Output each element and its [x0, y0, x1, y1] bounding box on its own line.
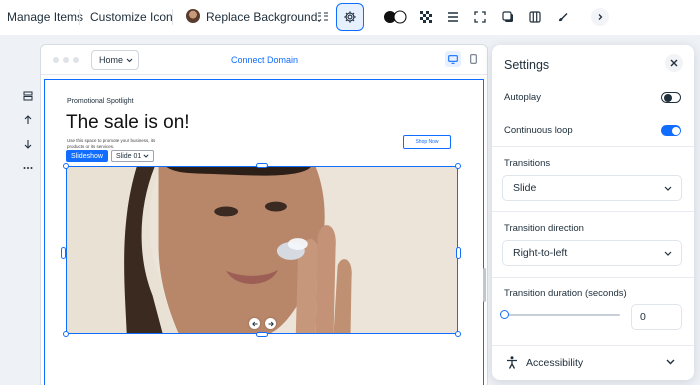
close-button[interactable] [665, 54, 683, 72]
slide-dropdown-label: Slide 01 [116, 152, 142, 160]
chevron-right-icon [598, 14, 603, 20]
resize-handle[interactable] [456, 247, 461, 259]
transition-duration-label: Transition duration (seconds) [504, 288, 627, 299]
avatar-icon [186, 9, 200, 23]
columns-icon[interactable] [524, 6, 546, 28]
more-toolbar-button[interactable] [591, 8, 609, 26]
transition-direction-select[interactable]: Right-to-left [502, 240, 682, 266]
page-canvas: Promotional Spotlight The sale is on! Us… [44, 79, 486, 385]
crop-icon[interactable] [469, 6, 491, 28]
resize-handle[interactable] [455, 331, 461, 337]
mobile-icon[interactable] [465, 51, 481, 67]
accessibility-section[interactable]: Accessibility [492, 346, 694, 380]
shadow-icon[interactable] [497, 6, 519, 28]
resize-handle[interactable] [256, 332, 268, 337]
duration-slider-track[interactable] [504, 314, 620, 316]
duration-slider-handle[interactable] [500, 310, 509, 319]
toggle-knob [671, 126, 680, 135]
slide-dropdown[interactable]: Slide 01 [111, 150, 154, 162]
divider [492, 146, 694, 147]
chevron-down-icon [664, 251, 672, 256]
toolbar-divider [172, 9, 173, 25]
transition-direction-label: Transition direction [504, 223, 584, 234]
settings-button[interactable] [336, 3, 364, 31]
preview-address-bar: Home Connect Domain [41, 45, 487, 75]
site-preview-frame: Home Connect Domain Promotional Spotligh… [40, 44, 488, 385]
checker-icon[interactable] [415, 6, 437, 28]
more-icon[interactable] [20, 160, 36, 176]
arrow-up-icon[interactable] [20, 112, 36, 128]
duration-input[interactable]: 0 [631, 304, 682, 330]
transitions-label: Transitions [504, 158, 551, 169]
top-toolbar: Manage Items Customize Icon Replace Back… [0, 0, 700, 35]
transitions-select[interactable]: Slide [502, 175, 682, 201]
transition-direction-value: Right-to-left [513, 247, 568, 259]
accessibility-label: Accessibility [526, 357, 584, 369]
continuous-loop-toggle[interactable] [661, 125, 681, 136]
divider [492, 211, 694, 212]
slide-photo [67, 167, 457, 333]
accessibility-icon [507, 356, 517, 369]
page-dropdown-label: Home [99, 55, 124, 65]
promo-title: The sale is on! [66, 112, 190, 133]
chevron-down-icon [126, 58, 133, 62]
chevron-down-icon [664, 186, 672, 191]
prev-slide-button[interactable] [249, 318, 260, 329]
settings-panel: Settings Autoplay Continuous loop Transi… [492, 45, 694, 380]
promo-body: Use this space to promote your business,… [67, 138, 156, 149]
slideshow-element[interactable] [66, 166, 458, 334]
layers-icon[interactable] [20, 88, 36, 104]
autoplay-toggle[interactable] [661, 92, 681, 103]
window-dot [73, 57, 79, 63]
shop-now-button[interactable]: Shop Now [403, 135, 451, 149]
resize-handle[interactable] [455, 163, 461, 169]
toggle-knob [663, 93, 672, 102]
toolbar-divider [79, 9, 80, 25]
brush-icon[interactable] [552, 6, 574, 28]
connect-domain-link[interactable]: Connect Domain [231, 55, 298, 65]
chevron-down-icon [143, 154, 149, 158]
gear-icon [344, 11, 356, 23]
autoplay-label: Autoplay [504, 92, 541, 103]
desktop-icon[interactable] [445, 51, 461, 67]
window-dot [63, 57, 69, 63]
arrow-left-icon [251, 321, 257, 326]
replace-background-button[interactable]: Replace Background [206, 10, 317, 24]
next-slide-button[interactable] [265, 318, 276, 329]
chevron-down-icon [666, 359, 675, 365]
continuous-loop-label: Continuous loop [504, 125, 573, 136]
resize-handle[interactable] [63, 163, 69, 169]
contrast-icon[interactable] [382, 6, 408, 28]
canvas-scrollbar[interactable] [483, 268, 486, 302]
transitions-value: Slide [513, 182, 537, 194]
promo-kicker: Promotional Spotlight [67, 98, 134, 105]
resize-handle[interactable] [63, 331, 69, 337]
arrow-right-icon [268, 321, 274, 326]
checklist-icon[interactable] [312, 6, 334, 28]
resize-handle[interactable] [256, 163, 268, 168]
divider [492, 277, 694, 278]
window-dot [53, 57, 59, 63]
close-icon [670, 59, 678, 67]
arrow-down-icon[interactable] [20, 136, 36, 152]
resize-handle[interactable] [61, 247, 66, 259]
manage-items-button[interactable]: Manage Items [7, 10, 83, 24]
lines-icon[interactable] [442, 6, 464, 28]
panel-title: Settings [504, 58, 550, 72]
slideshow-badge[interactable]: Slideshow [66, 150, 108, 162]
customize-icon-button[interactable]: Customize Icon [90, 10, 173, 24]
page-dropdown[interactable]: Home [91, 50, 139, 70]
